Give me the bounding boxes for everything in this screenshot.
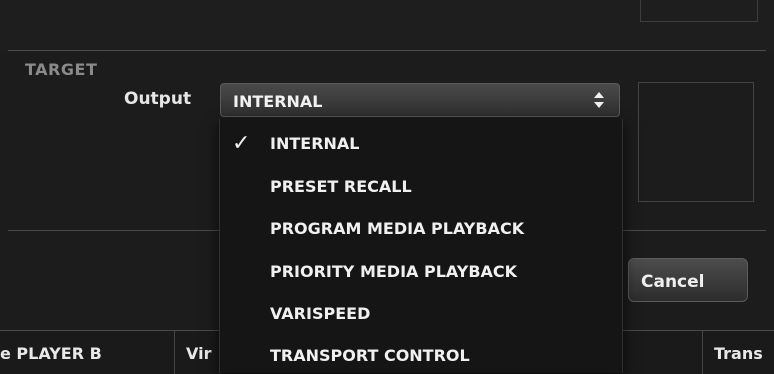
dropdown-option-preset-recall[interactable]: PRESET RECALL — [270, 177, 412, 196]
cancel-button-label: Cancel — [641, 272, 705, 292]
dropdown-option-priority-media-playback[interactable]: PRIORITY MEDIA PLAYBACK — [270, 262, 517, 281]
target-side-box — [638, 82, 754, 202]
cancel-button[interactable]: Cancel — [628, 258, 748, 302]
output-dropdown-menu: ✓ INTERNAL PRESET RECALL PROGRAM MEDIA P… — [219, 119, 623, 373]
section-title-target: TARGET — [25, 60, 98, 79]
top-field-box — [640, 0, 758, 22]
section-divider-top — [8, 50, 766, 51]
output-select[interactable]: INTERNAL — [220, 83, 620, 117]
column-separator — [174, 331, 175, 374]
dropdown-option-program-media-playback[interactable]: PROGRAM MEDIA PLAYBACK — [270, 219, 524, 238]
column-separator — [702, 331, 703, 374]
dropdown-option-varispeed[interactable]: VARISPEED — [270, 304, 370, 323]
column-player-b[interactable]: e PLAYER B — [0, 344, 102, 363]
top-panel — [0, 0, 774, 52]
output-select-value: INTERNAL — [233, 92, 323, 111]
up-down-arrows-icon — [593, 89, 605, 111]
checkmark-icon: ✓ — [232, 131, 251, 156]
column-trans[interactable]: Trans — [714, 344, 763, 363]
dropdown-option-internal[interactable]: INTERNAL — [270, 134, 359, 153]
output-label: Output — [124, 89, 192, 109]
dropdown-option-transport-control[interactable]: TRANSPORT CONTROL — [270, 346, 470, 365]
column-vir[interactable]: Vir — [186, 344, 211, 363]
